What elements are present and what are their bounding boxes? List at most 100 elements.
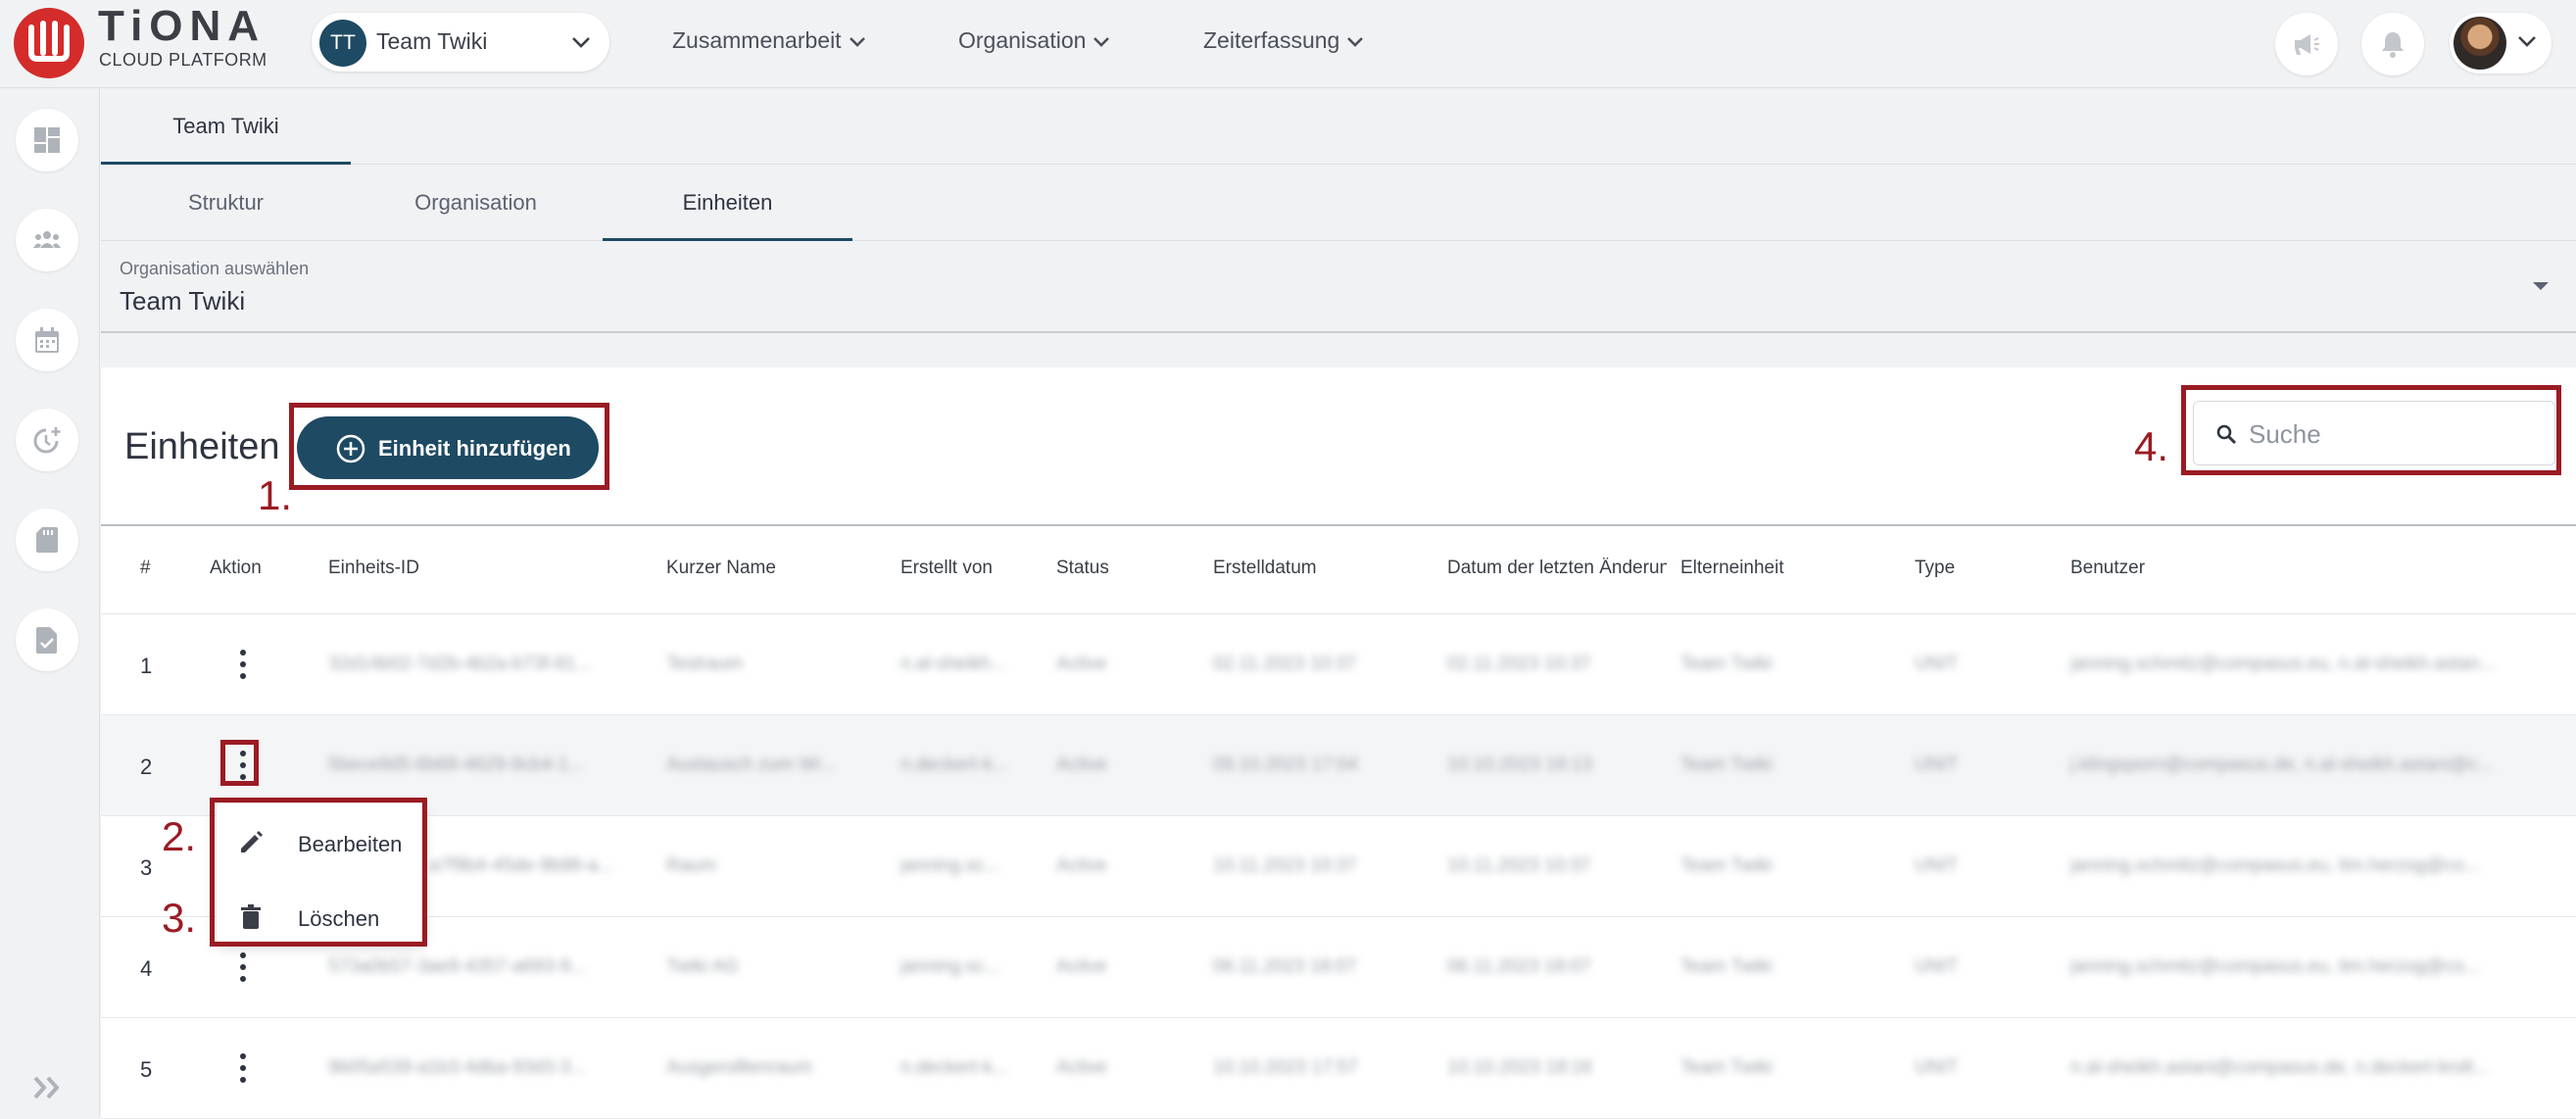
nav-zusammenarbeit-label: Zusammenarbeit [672,27,842,53]
column-header[interactable]: Kurzer Name [666,558,776,579]
cell-unit-id: 5bece9d5-6b68-4629-8cb4-1... [328,754,584,775]
row-actions-button[interactable] [227,1047,259,1089]
annotation-box-row-actions [220,740,259,786]
tab-organisation[interactable]: Organisation [351,165,601,241]
row-index: 3 [140,855,153,880]
cell-status: Active [1056,754,1107,775]
chevron-down-icon [572,37,590,48]
column-header[interactable]: Type [1915,558,1955,579]
team-switcher[interactable]: TT Team Twiki [312,13,609,72]
column-header[interactable]: Erstellt von [900,558,993,579]
chevron-down-icon [1347,37,1364,47]
row-actions-button[interactable] [227,947,259,988]
annotation-number: 3. [162,895,197,941]
cell-changed-date: 06.11.2023 18:07 [1447,956,1591,977]
tiona-logo-icon[interactable] [14,8,84,78]
cell-created-by: n.deckert-k... [900,754,1008,775]
megaphone-icon [2295,34,2319,55]
sidebar-item-calendar[interactable] [16,309,78,371]
sidebar-item-documents[interactable] [16,608,78,671]
chevron-down-icon [2518,36,2536,47]
table-row[interactable]: 3 a7f9b4-45de-9b98-a... Raum janning.sc.… [101,816,2576,917]
cell-type: UNIT [1915,654,1959,674]
cell-changed-date: 10.10.2023 18:13 [1447,754,1592,775]
user-menu[interactable] [2450,13,2552,73]
cell-created-date: 09.10.2023 17:04 [1213,754,1358,775]
top-bar: TiONA CLOUD PLATFORM TT Team Twiki Zusam… [0,0,2576,88]
column-header[interactable]: Status [1056,558,1109,579]
cell-users: j.klingsporn@compasus.de, n.al-sheikh.as… [2070,754,2494,775]
chevron-down-icon [1094,37,1110,47]
column-header[interactable]: Einheits-ID [328,558,419,579]
cell-status: Active [1056,956,1107,977]
section-tabs: Struktur Organisation Einheiten [101,165,2576,241]
column-header[interactable]: Benutzer [2070,558,2145,579]
team-tabs: Team Twiki [101,88,2576,165]
row-index: 2 [140,754,153,779]
cell-unit-id: 9b05a539-a1b3-4dba-93d3-3... [328,1057,587,1078]
units-table: # Aktion Einheits-ID Kurzer Name Erstell… [101,526,2576,1119]
annotation-number: 2. [162,813,197,859]
nav-zeiterfassung[interactable]: Zeiterfassung [1203,27,1365,54]
organisation-select-label: Organisation auswählen [120,259,310,278]
page-title: Einheiten [124,426,280,467]
notifications-button[interactable] [2361,13,2424,75]
cell-type: UNIT [1915,754,1959,775]
cell-short-name: Ausgerolltenraum [666,1057,812,1078]
tab-struktur[interactable]: Struktur [101,165,351,241]
tab-team-twiki[interactable]: Team Twiki [101,88,351,165]
column-header[interactable]: Elterneinheit [1680,558,1784,579]
bell-icon [2382,32,2404,58]
annotation-box-add-button [289,403,609,490]
cell-parent-unit: Team Twiki [1680,1057,1773,1078]
team-avatar: TT [319,20,366,67]
brand-subtitle: CLOUD PLATFORM [99,50,267,70]
nav-zusammenarbeit[interactable]: Zusammenarbeit [672,27,867,54]
announcements-button[interactable] [2275,13,2338,75]
brand-name: TiONA [98,2,267,50]
nav-organisation[interactable]: Organisation [958,27,1111,54]
cell-users: janning.schmitz@compasus.eu, n.al-sheikh… [2070,654,2496,674]
annotation-number: 1. [258,472,293,518]
timer-plus-icon [33,427,61,454]
cell-changed-date: 10.10.2023 18:16 [1447,1057,1592,1078]
table-row[interactable]: 5 9b05a539-a1b3-4dba-93d3-3... Ausgeroll… [101,1018,2576,1119]
cell-created-by: n.al-sheikh... [900,654,1006,674]
cell-unit-id: a7f9b4-45de-9b98-a... [429,855,614,876]
cell-changed-date: 02.11.2023 10:37 [1447,654,1591,674]
row-actions-button[interactable] [227,644,259,685]
column-header[interactable]: # [140,558,151,579]
cell-created-date: 02.11.2023 10:37 [1213,654,1357,674]
column-header[interactable]: Erstelldatum [1213,558,1317,579]
table-row[interactable]: 2 5bece9d5-6b68-4629-8cb4-1... Austausch… [101,715,2576,816]
tab-einheiten[interactable]: Einheiten [603,165,852,241]
table-row[interactable]: 4 573a0b57-3ae9-4357-a693-9... Twiki AG … [101,917,2576,1018]
cell-changed-date: 10.11.2023 10:37 [1447,855,1591,876]
annotation-number: 4. [2134,423,2169,469]
sidebar-item-dashboard[interactable] [16,109,78,171]
column-header[interactable]: Aktion [210,558,262,579]
double-chevron-right-icon[interactable] [31,1075,65,1100]
row-index: 4 [140,956,153,981]
cell-created-date: 10.10.2023 17:57 [1213,1057,1358,1078]
sidebar-item-people[interactable] [16,209,78,271]
calendar-icon [35,327,59,353]
cell-parent-unit: Team Twiki [1680,654,1773,674]
sidebar-item-storage[interactable] [16,509,78,571]
dashboard-icon [34,127,60,153]
organisation-select[interactable]: Organisation auswählen Team Twiki [101,241,2576,333]
row-index: 5 [140,1057,153,1082]
cell-status: Active [1056,654,1107,674]
user-avatar [2454,17,2506,70]
cell-created-date: 06.11.2023 18:07 [1213,956,1357,977]
row-index: 1 [140,654,153,678]
cell-type: UNIT [1915,956,1959,977]
cell-status: Active [1056,1057,1107,1078]
annotation-box-row-menu [210,798,427,947]
cell-users: n.al-sheikh.astani@compasus.de, n.decker… [2070,1057,2489,1078]
sidebar-item-time-tracking[interactable] [16,409,78,471]
table-row[interactable]: 1 32d14b02-7d2b-4b2a-b73f-81... Testraum… [101,614,2576,715]
cell-parent-unit: Team Twiki [1680,754,1773,775]
column-header[interactable]: Datum der letzten Änderung [1447,558,1667,579]
table-header: # Aktion Einheits-ID Kurzer Name Erstell… [101,526,2576,614]
